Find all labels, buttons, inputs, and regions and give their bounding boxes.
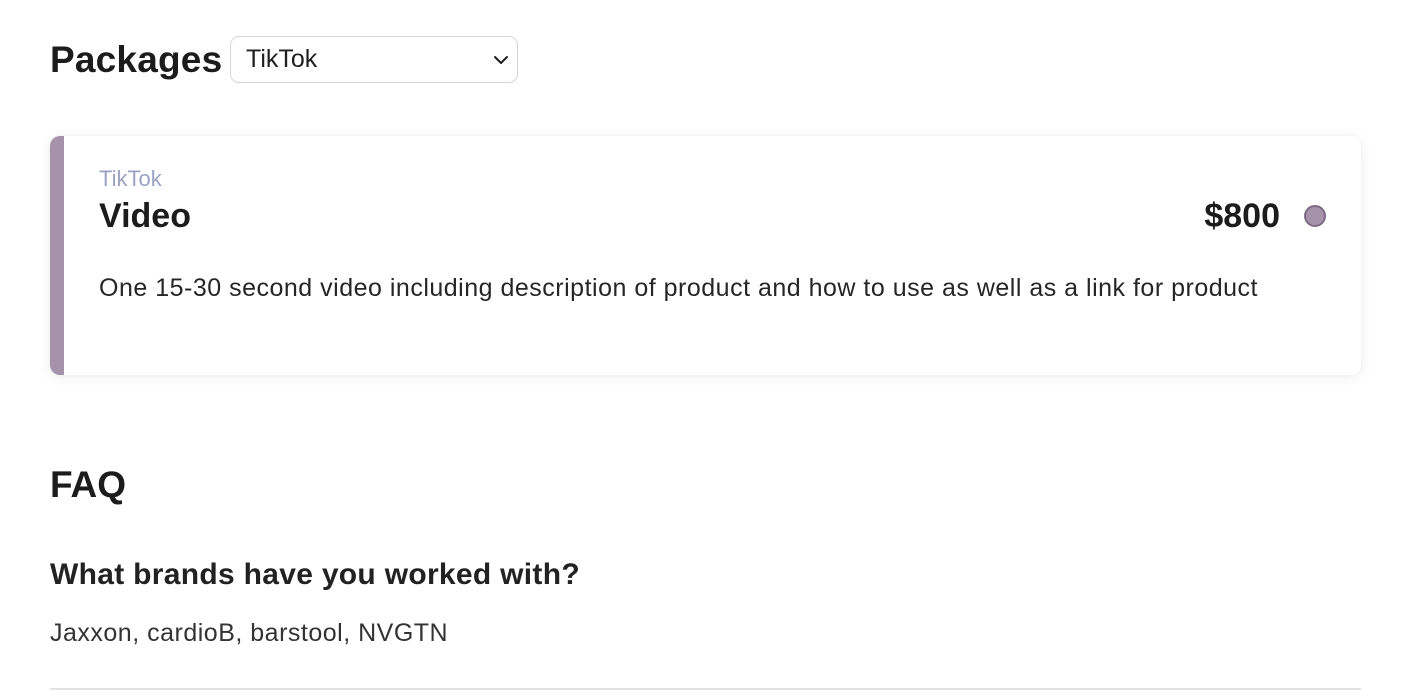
package-platform-select-value: TikTok <box>246 45 318 73</box>
faq-title: FAQ <box>50 464 127 505</box>
package-name: Video <box>99 197 191 235</box>
package-card-accent-bar <box>50 136 64 375</box>
faq-answer: Jaxxon, cardioB, barstool, NVGTN <box>50 619 449 647</box>
packages-header: Packages TikTok <box>50 34 518 86</box>
faq-question: What brands have you worked with? <box>50 558 580 591</box>
package-select-radio[interactable] <box>1304 205 1326 227</box>
package-description: One 15-30 second video including descrip… <box>99 274 1258 302</box>
chevron-down-icon <box>494 56 508 64</box>
package-card[interactable]: TikTok Video $800 One 15-30 second video… <box>50 136 1361 375</box>
package-platform-label: TikTok <box>99 166 162 191</box>
faq-divider <box>50 688 1361 690</box>
package-platform-select[interactable]: TikTok <box>230 36 518 83</box>
package-price: $800 <box>1204 197 1280 235</box>
packages-title: Packages <box>50 39 223 80</box>
